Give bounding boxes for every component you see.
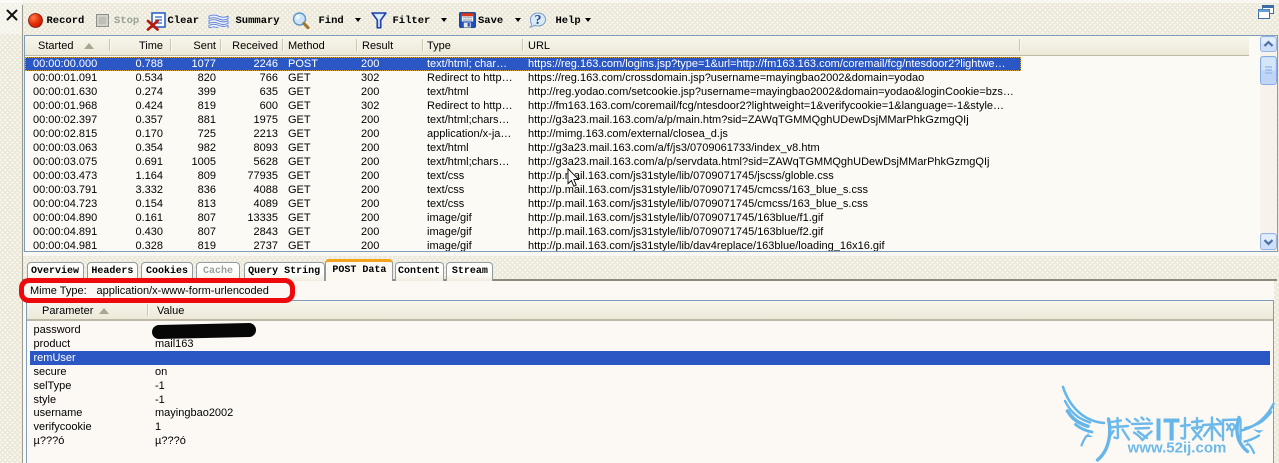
svg-text:?: ? — [535, 13, 542, 28]
svg-text:www.52ij.com: www.52ij.com — [1127, 440, 1227, 457]
